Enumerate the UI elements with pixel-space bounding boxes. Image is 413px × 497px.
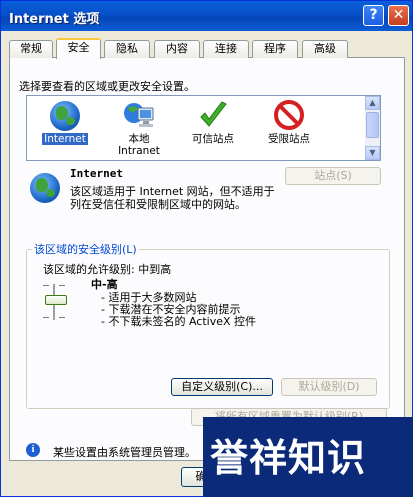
zone-instruction: 选择要查看的区域或更改安全设置。: [19, 80, 195, 93]
tab-privacy[interactable]: 隐私: [104, 40, 150, 58]
close-button[interactable]: ✕: [388, 5, 409, 26]
zone-label: 受限站点: [268, 133, 310, 145]
zone-list[interactable]: Internet 本地 Intranet 可信站点 受限站点 ▲ ▼: [26, 95, 381, 161]
slider-tick: [43, 285, 49, 286]
window-title: Internet 选项: [9, 12, 100, 27]
zone-trusted-sites[interactable]: 可信站点: [181, 100, 245, 145]
custom-level-button[interactable]: 自定义级别(C)...: [171, 378, 273, 396]
sites-button[interactable]: 站点(S): [285, 167, 381, 185]
tab-connections[interactable]: 连接: [203, 40, 249, 58]
watermark-text: 誉祥知识: [210, 436, 367, 480]
tab-advanced[interactable]: 高级: [302, 40, 348, 58]
zone-list-scrollbar[interactable]: ▲ ▼: [365, 96, 380, 160]
security-level-legend: 该区域的安全级别(L): [32, 241, 139, 257]
zone-label: 本地 Intranet: [118, 133, 160, 157]
selected-zone-name: Internet: [70, 167, 123, 180]
security-slider-thumb[interactable]: [45, 295, 67, 305]
help-button[interactable]: ?: [363, 5, 384, 26]
zone-internet[interactable]: Internet: [33, 100, 97, 145]
tab-content[interactable]: 内容: [154, 40, 200, 58]
tab-programs[interactable]: 程序: [252, 40, 298, 58]
selected-zone-globe-icon: [30, 173, 60, 203]
tab-security[interactable]: 安全: [56, 38, 101, 59]
scroll-down-icon[interactable]: ▼: [365, 146, 380, 160]
scroll-thumb[interactable]: [366, 112, 379, 138]
checkmark-icon: [196, 100, 230, 132]
zone-label: Internet: [42, 133, 88, 145]
intranet-icon: [122, 100, 156, 132]
info-icon: i: [26, 443, 40, 457]
globe-icon: [50, 101, 80, 131]
security-level-name: 中-高: [91, 278, 118, 291]
default-level-button[interactable]: 默认级别(D): [281, 378, 377, 396]
slider-tick: [59, 285, 65, 286]
title-bar[interactable]: Internet 选项 ? ✕: [1, 1, 412, 31]
bullet-item: - 不下载未签名的 ActiveX 控件: [101, 315, 257, 328]
slider-tick: [43, 317, 49, 318]
admin-note: 某些设置由系统管理员管理。: [53, 446, 196, 459]
security-level-bullets: - 适用于大多数网站 - 下载潜在不安全内容前提示 - 不下载未签名的 Acti…: [101, 292, 256, 328]
zone-restricted-sites[interactable]: 受限站点: [257, 100, 321, 145]
zone-local-intranet[interactable]: 本地 Intranet: [107, 100, 171, 157]
zone-label: 可信站点: [192, 133, 234, 145]
scroll-up-icon[interactable]: ▲: [365, 96, 380, 110]
slider-tick: [59, 317, 65, 318]
allowed-levels-text: 该区域的允许级别: 中到高: [43, 263, 172, 276]
selected-zone-description: 该区域适用于 Internet 网站，但不适用于列在受信任和受限制区域中的网站。: [70, 185, 275, 211]
tab-general[interactable]: 常规: [9, 40, 53, 58]
restricted-icon: [272, 100, 306, 132]
